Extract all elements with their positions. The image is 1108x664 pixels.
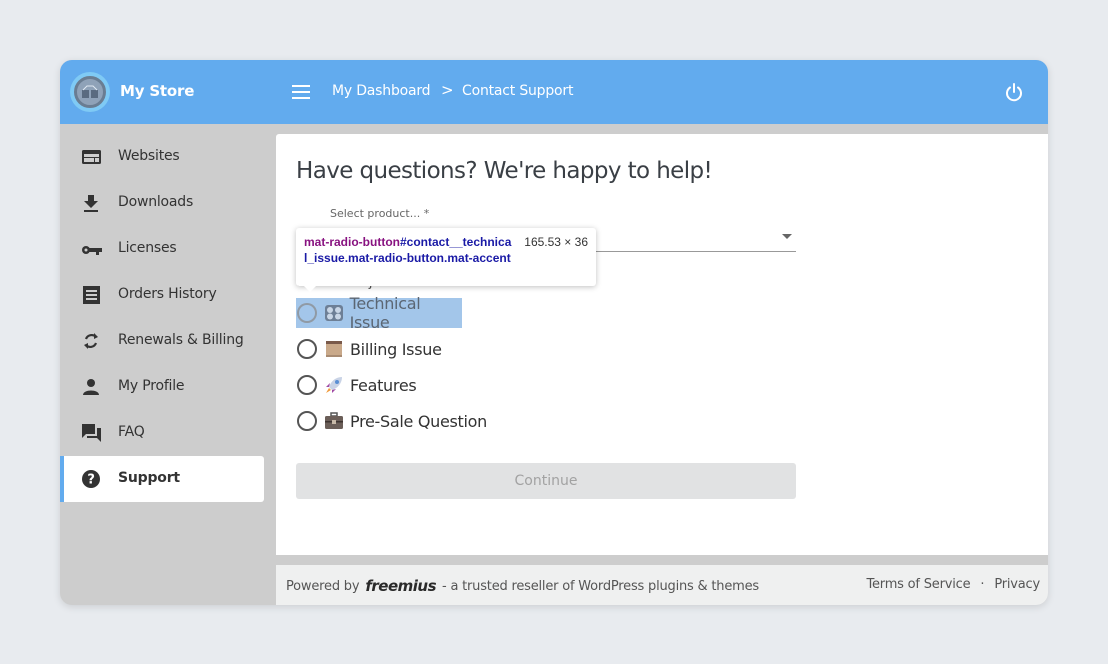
sidebar-item-websites[interactable]: Websites: [60, 134, 264, 180]
person-icon: [81, 377, 103, 397]
sidebar-item-label: Orders History: [118, 286, 217, 302]
sidebar-item-my-profile[interactable]: My Profile: [60, 364, 264, 410]
radio-pre-sale-question[interactable]: Pre-Sale Question: [296, 406, 487, 436]
menu-icon[interactable]: [292, 85, 310, 99]
product-select-label: Select product... *: [330, 207, 429, 220]
help-icon: ?: [81, 469, 103, 489]
app-window: My Store My Dashboard > Contact Support …: [60, 60, 1048, 605]
sidebar: Websites Downloads Licenses Orders Histo…: [60, 124, 276, 605]
forum-icon: [81, 423, 103, 443]
radio-features[interactable]: Features: [296, 370, 416, 400]
svg-text:?: ?: [87, 473, 94, 488]
tooltip-dimensions: 165.53 × 36: [524, 234, 588, 250]
sidebar-item-downloads[interactable]: Downloads: [60, 180, 264, 226]
top-bar: My Store My Dashboard > Contact Support: [60, 60, 1048, 124]
tooltip-arrow: [303, 285, 317, 292]
sidebar-item-label: Websites: [118, 148, 180, 164]
radio-technical-issue[interactable]: Technical Issue: [296, 298, 462, 328]
rocket-icon: [324, 376, 344, 394]
main-content: Have questions? We're happy to help! Sel…: [276, 134, 1048, 555]
scroll-icon: [324, 340, 344, 358]
store-logo[interactable]: [70, 72, 110, 112]
store-logo-icon: [74, 76, 106, 108]
sidebar-item-renewals-billing[interactable]: Renewals & Billing: [60, 318, 264, 364]
sidebar-item-label: Renewals & Billing: [118, 332, 244, 348]
radio-label: Pre-Sale Question: [350, 412, 487, 431]
privacy-link[interactable]: Privacy: [994, 577, 1040, 592]
sidebar-item-orders-history[interactable]: Orders History: [60, 272, 264, 318]
power-icon[interactable]: [1004, 82, 1024, 102]
devtools-inspect-tooltip: mat-radio-button#contact__technical_issu…: [296, 228, 596, 286]
control-knobs-icon: [324, 304, 344, 322]
radio-icon: [297, 411, 317, 431]
key-icon: [81, 239, 103, 259]
sync-icon: [81, 331, 103, 351]
briefcase-icon: [324, 412, 344, 430]
radio-label: Billing Issue: [350, 340, 442, 359]
footer-links: Terms of Service · Privacy: [866, 577, 1040, 592]
radio-icon: [297, 303, 317, 323]
sidebar-item-label: Downloads: [118, 194, 193, 210]
freemius-logo[interactable]: freemius: [365, 577, 436, 595]
store-name: My Store: [120, 82, 194, 100]
terms-of-service-link[interactable]: Terms of Service: [866, 577, 970, 592]
sidebar-item-faq[interactable]: FAQ: [60, 410, 264, 456]
sidebar-item-label: Licenses: [118, 240, 176, 256]
footer: Powered by freemius - a trusted reseller…: [276, 565, 1048, 605]
radio-billing-issue[interactable]: Billing Issue: [296, 334, 442, 364]
sidebar-item-licenses[interactable]: Licenses: [60, 226, 264, 272]
sidebar-item-label: Support: [118, 470, 180, 486]
footer-separator: ·: [980, 577, 984, 592]
download-icon: [81, 193, 103, 213]
continue-button[interactable]: Continue: [296, 463, 796, 499]
radio-icon: [297, 339, 317, 359]
breadcrumb-current: Contact Support: [462, 83, 573, 99]
powered-by-text: Powered by: [286, 579, 359, 594]
page-title: Have questions? We're happy to help!: [296, 158, 712, 184]
sidebar-item-label: FAQ: [118, 424, 145, 440]
powered-by: Powered by freemius - a trusted reseller…: [286, 577, 759, 595]
tooltip-tag: mat-radio-button: [304, 235, 400, 249]
dropdown-arrow-icon: [782, 234, 792, 239]
tooltip-selector: mat-radio-button#contact__technical_issu…: [304, 234, 514, 266]
receipt-icon: [81, 285, 103, 305]
chevron-right-icon: >: [441, 81, 453, 99]
sidebar-item-support[interactable]: ? Support: [60, 456, 264, 502]
radio-label: Technical Issue: [350, 294, 462, 332]
radio-icon: [297, 375, 317, 395]
sidebar-item-label: My Profile: [118, 378, 184, 394]
radio-label: Features: [350, 376, 416, 395]
websites-icon: [81, 147, 103, 167]
breadcrumb-dashboard[interactable]: My Dashboard: [332, 83, 430, 99]
footer-tagline: - a trusted reseller of WordPress plugin…: [442, 579, 759, 594]
